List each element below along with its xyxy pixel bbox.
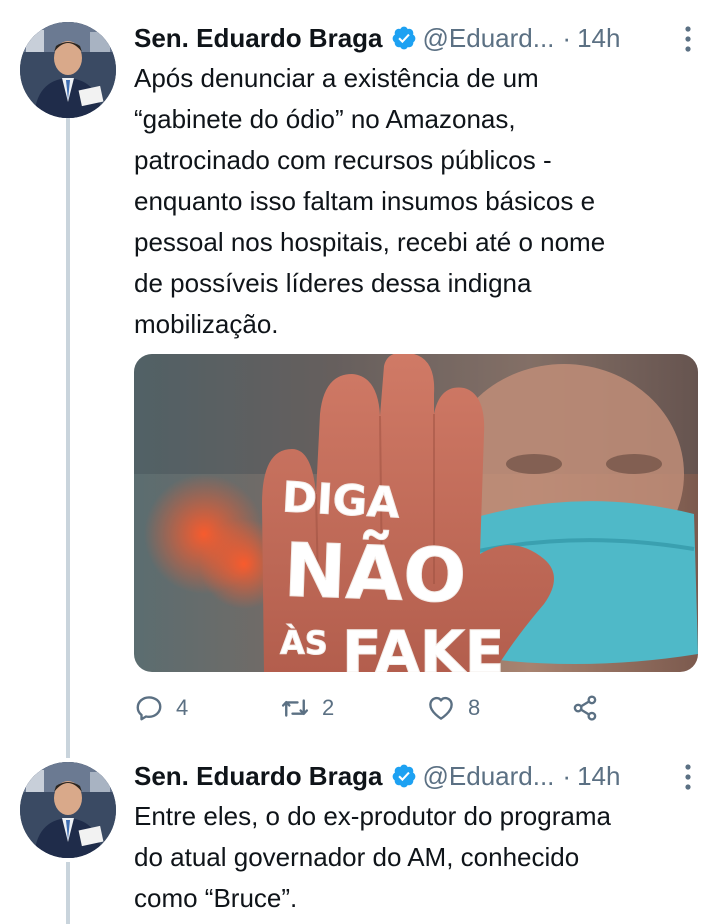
avatar-image: [20, 762, 116, 858]
reply-button[interactable]: 4: [134, 690, 188, 726]
overlay-line: ÀS: [280, 624, 328, 662]
avatar[interactable]: [20, 22, 116, 118]
avatar-image: [20, 22, 116, 118]
more-options-icon[interactable]: [684, 24, 692, 54]
tweet-header: Sen. Eduardo Braga @Eduard... · 14h: [134, 20, 620, 56]
like-icon: [429, 696, 453, 720]
tweet-media-image[interactable]: DIGA NÃO ÀS FAKE: [134, 354, 698, 672]
timestamp[interactable]: 14h: [577, 761, 620, 792]
thread-line: [66, 118, 70, 758]
author-handle[interactable]: @Eduard...: [423, 761, 555, 792]
more-options-icon[interactable]: [684, 762, 692, 792]
like-button[interactable]: 8: [426, 690, 480, 726]
share-button[interactable]: [570, 690, 600, 726]
overlay-line: DIGA: [281, 472, 401, 527]
thread-line: [66, 862, 70, 924]
author-name[interactable]: Sen. Eduardo Braga: [134, 761, 383, 792]
verified-badge-icon: [392, 26, 415, 50]
retweet-count: 2: [322, 695, 335, 720]
tweet-text: Após denunciar a existência de um “gabin…: [134, 63, 606, 339]
retweet-button[interactable]: 2: [280, 690, 334, 726]
author-handle[interactable]: @Eduard...: [423, 23, 555, 54]
like-count: 8: [468, 695, 481, 720]
media-graphic: DIGA NÃO ÀS FAKE: [134, 354, 698, 672]
timestamp[interactable]: 14h: [577, 23, 620, 54]
tweet-header: Sen. Eduardo Braga @Eduard... · 14h: [134, 758, 620, 794]
avatar[interactable]: [20, 762, 116, 858]
reply-icon: [136, 696, 162, 721]
share-icon: [573, 695, 597, 721]
reply-count: 4: [176, 695, 189, 720]
tweet-text: Entre eles, o do ex-produtor do programa…: [134, 801, 611, 913]
author-name[interactable]: Sen. Eduardo Braga: [134, 23, 383, 54]
overlay-line: FAKE: [342, 618, 504, 672]
separator-dot: ·: [562, 22, 572, 53]
retweet-icon: [281, 699, 309, 717]
overlay-line: NÃO: [283, 526, 468, 620]
tweet-actions: 4 2 8: [134, 690, 614, 726]
separator-dot: ·: [562, 760, 572, 791]
verified-badge-icon: [392, 764, 415, 788]
